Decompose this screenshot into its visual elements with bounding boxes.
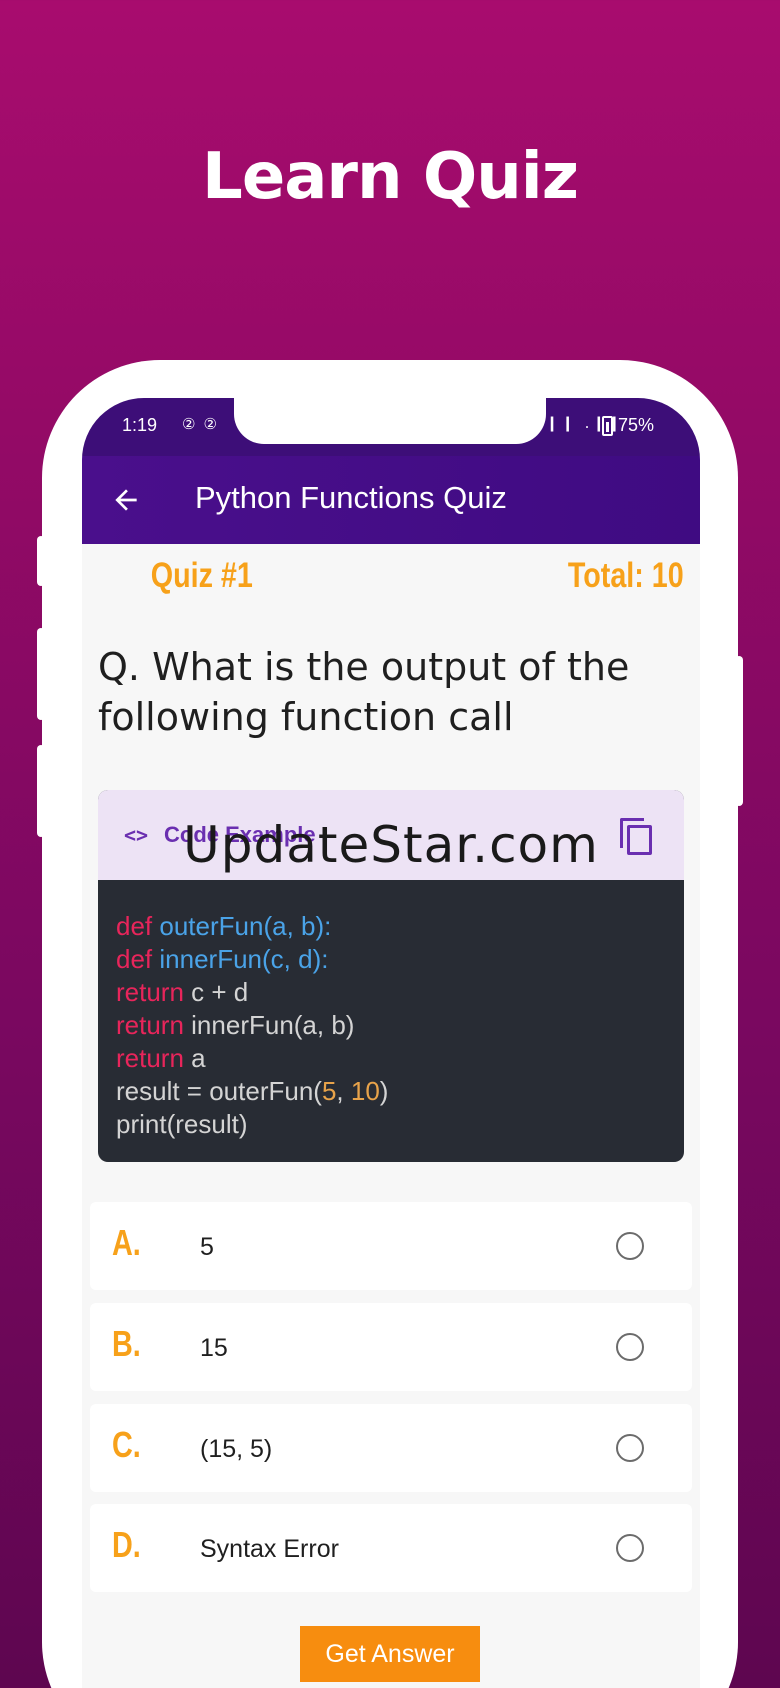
status-time: 1:19 — [122, 415, 158, 435]
phone-screen: 1:19 ②② .❙❙ .❙❙ 75% Python Functions Qui… — [82, 398, 700, 1688]
code-line: def outerFun(a, b): — [116, 911, 332, 941]
option-text: (15, 5) — [200, 1435, 273, 1463]
promo-title: Learn Quiz — [202, 140, 579, 214]
code-line: return innerFun(a, b) — [116, 1010, 355, 1040]
code-line: def innerFun(c, d): — [116, 944, 329, 974]
app-bar: Python Functions Quiz — [82, 456, 700, 544]
code-line: result = outerFun(5, 10) — [116, 1076, 389, 1106]
question-text: Q. What is the output of the following f… — [98, 645, 630, 739]
get-answer-button[interactable]: Get Answer — [300, 1626, 480, 1682]
battery-level: 75% — [618, 415, 655, 435]
option-text: Syntax Error — [200, 1535, 339, 1563]
code-line: return c + d — [116, 977, 249, 1007]
phone-side-button — [37, 745, 45, 837]
battery-icon — [602, 416, 613, 436]
option-a[interactable]: A. 5 — [90, 1202, 692, 1290]
quiz-total: Total: 10 — [567, 556, 684, 595]
option-text: 15 — [200, 1334, 228, 1362]
watermark-text: UpdateStar.com — [183, 816, 599, 874]
option-letter: A. — [112, 1222, 141, 1263]
quiz-info-row: Quiz #1 Total: 10 — [150, 556, 684, 606]
radio-button[interactable] — [616, 1534, 644, 1562]
code-line: return a — [116, 1043, 206, 1073]
radio-button[interactable] — [616, 1333, 644, 1361]
phone-side-button — [37, 628, 45, 720]
radio-button[interactable] — [616, 1434, 644, 1462]
option-letter: C. — [112, 1424, 141, 1465]
notification-icons: ②② — [182, 415, 225, 433]
quiz-number: Quiz #1 — [150, 556, 253, 595]
option-c[interactable]: C. (15, 5) — [90, 1404, 692, 1492]
option-b[interactable]: B. 15 — [90, 1303, 692, 1391]
camera-notch — [234, 398, 546, 444]
phone-side-button — [37, 536, 45, 586]
radio-button[interactable] — [616, 1232, 644, 1260]
app-title: Python Functions Quiz — [195, 480, 507, 515]
code-line: print(result) — [116, 1109, 248, 1139]
option-letter: B. — [112, 1323, 141, 1364]
option-text: 5 — [200, 1233, 214, 1261]
code-block: def outerFun(a, b): def innerFun(c, d): … — [116, 910, 676, 1141]
phone-side-button — [735, 656, 743, 806]
option-letter: D. — [112, 1524, 141, 1565]
back-arrow-icon[interactable] — [110, 484, 142, 516]
option-d[interactable]: D. Syntax Error — [90, 1504, 692, 1592]
